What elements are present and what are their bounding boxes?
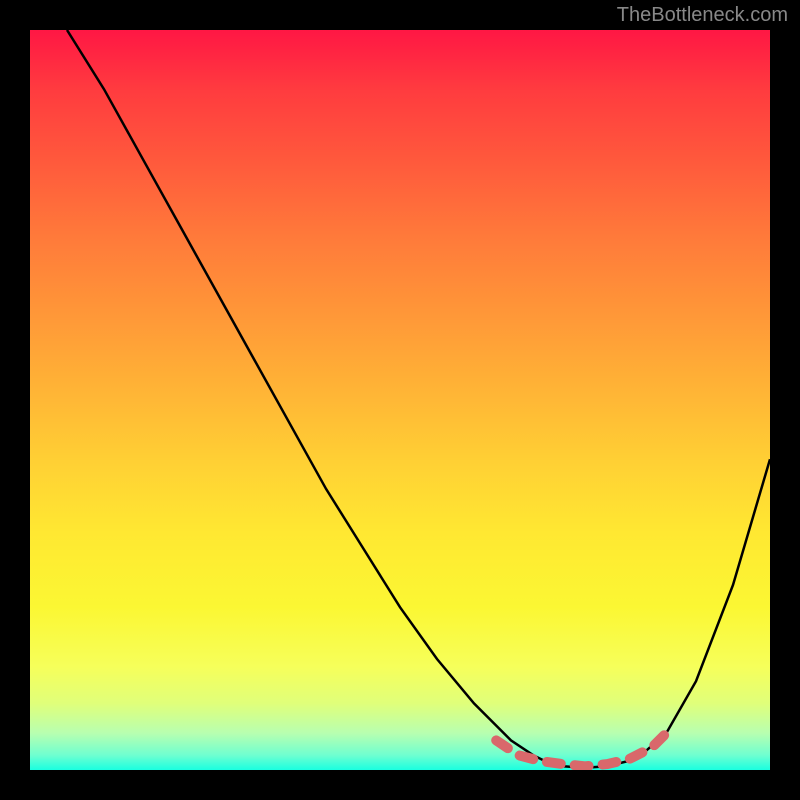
optimal-region-marker — [496, 733, 666, 766]
bottleneck-curve — [67, 30, 770, 768]
attribution-text: TheBottleneck.com — [617, 4, 788, 27]
chart-plot-area — [30, 30, 770, 770]
chart-svg — [30, 30, 770, 770]
